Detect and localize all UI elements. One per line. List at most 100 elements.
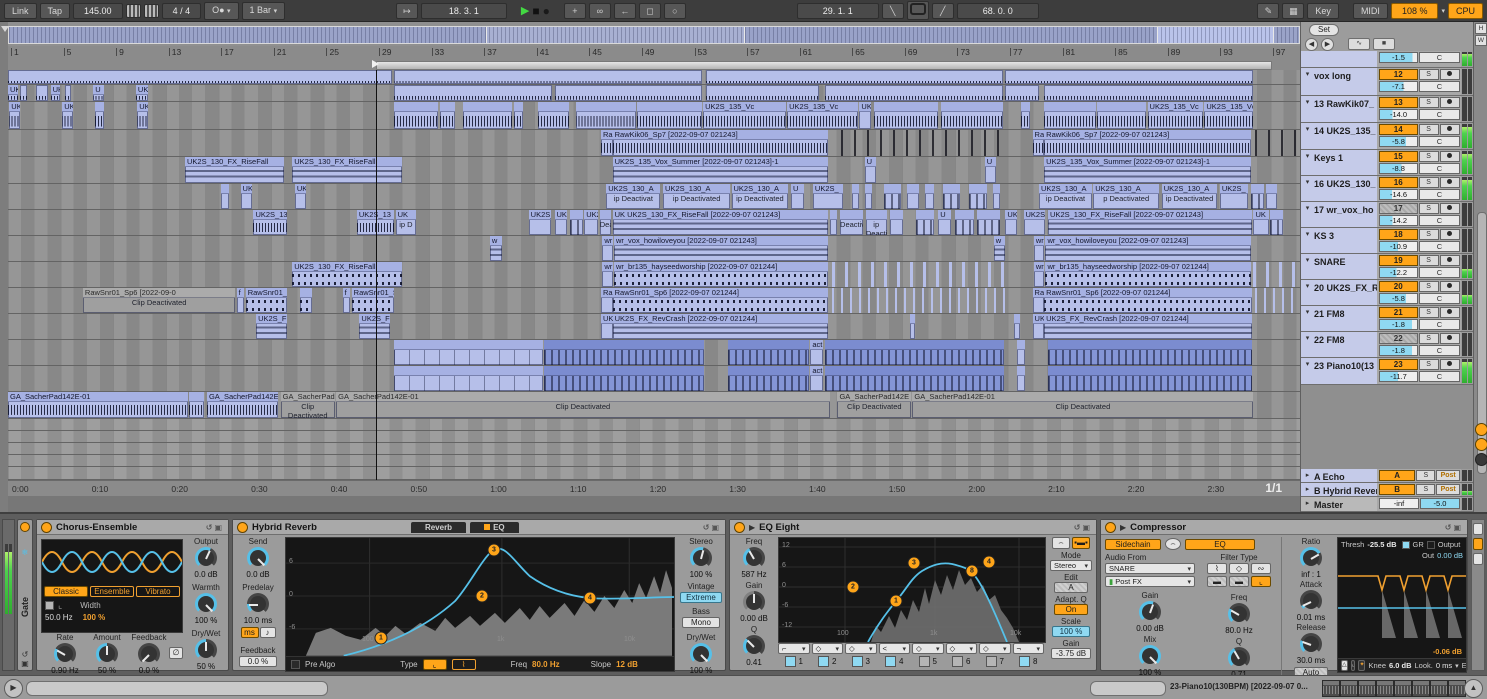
arm-button[interactable] (1440, 69, 1460, 80)
comp-knee-value[interactable]: 6.0 dB (1389, 661, 1412, 670)
hybrid-bass-mono-button[interactable]: Mono (682, 617, 720, 628)
hybrid-eq-marker-3[interactable]: 3 (488, 544, 501, 557)
clip[interactable] (916, 210, 934, 235)
midi-map-button[interactable]: MIDI (1353, 3, 1388, 19)
solo-button[interactable]: S (1419, 177, 1439, 188)
track-name[interactable]: 22 FM8 (1314, 332, 1377, 357)
arrangement-position-field[interactable]: 18. 3. 1 (421, 3, 507, 19)
hybrid-slope-value[interactable]: 12 dB (616, 660, 638, 669)
clip[interactable] (706, 85, 820, 101)
hybrid-eq-display[interactable]: 6 0 -6 100 1k 10k 1 2 3 4 Pre Algo Type … (285, 537, 675, 672)
next-locator-button[interactable]: ▶ (1321, 38, 1334, 51)
track-lane[interactable] (8, 419, 1300, 431)
clip[interactable]: UK2S_13 (253, 210, 287, 235)
eq8-band-type-selector[interactable]: ◇▾ (845, 643, 877, 654)
track-lane[interactable] (8, 70, 1300, 85)
chorus-feedback-invert-button[interactable]: ∅ (169, 647, 183, 659)
compressor-gain-knob[interactable]: Gain0.00 dB (1105, 591, 1195, 633)
chorus-hpf-checkbox[interactable] (45, 601, 54, 610)
clip[interactable] (728, 366, 809, 391)
clip[interactable] (538, 102, 569, 129)
clip[interactable]: UK2S_130_Ap Deactivated (1093, 184, 1159, 209)
clip[interactable] (514, 102, 523, 129)
clip[interactable]: UK2S_130_Aip Deactivat (606, 184, 660, 209)
clip[interactable] (832, 288, 1005, 313)
volume-field[interactable]: -1.8 (1379, 319, 1418, 330)
hybrid-eq-marker-1[interactable]: 1 (375, 632, 388, 645)
clip[interactable]: ip Deactivat (866, 210, 887, 235)
chorus-mode-classic[interactable]: Classic (44, 586, 88, 597)
clip[interactable]: UK2S_135_Vc (787, 102, 858, 129)
clip[interactable]: UK (8, 85, 18, 101)
eq8-band-toggle[interactable]: 3 (845, 656, 877, 667)
hybrid-predelay-knob[interactable]: Predelay10.0 ms (235, 583, 281, 625)
arrangement-overview[interactable] (8, 26, 1300, 44)
hybrid-sync-button[interactable]: ♪ (260, 627, 276, 638)
clip[interactable] (1048, 340, 1252, 365)
track-lane[interactable]: GA_SacherPad142E-01GA_SacherPad142E-01GA… (8, 392, 1300, 419)
device-chain-thumbnail[interactable] (1430, 680, 1448, 697)
clip[interactable] (874, 102, 939, 129)
clip[interactable] (1017, 366, 1025, 391)
volume-field[interactable]: -12.2 (1379, 267, 1418, 278)
record-button[interactable]: ● (543, 4, 550, 18)
eq8-marker-2[interactable]: 2 (847, 581, 860, 594)
clip[interactable] (1044, 102, 1096, 129)
eq8-band-type-selector[interactable]: ◇▾ (912, 643, 944, 654)
clip[interactable] (1048, 366, 1252, 391)
clip[interactable]: UK2S_130_FX_RiseFall (185, 157, 284, 183)
chorus-mode-vibrato[interactable]: Vibrato (136, 586, 180, 597)
clip[interactable] (910, 314, 915, 339)
crossfader-c-button[interactable] (1473, 553, 1483, 565)
track-fold-icon[interactable]: ▾ (1301, 228, 1314, 253)
hybrid-send-knob[interactable]: Send0.0 dB (235, 537, 281, 579)
arm-button[interactable] (1440, 97, 1460, 108)
track-lane[interactable] (8, 443, 1300, 455)
track-name[interactable]: 13 RawKik07_ (1314, 96, 1377, 122)
clip[interactable] (20, 85, 28, 101)
tap-tempo-button[interactable]: Tap (40, 3, 71, 19)
volume-field[interactable]: -14.0 (1379, 109, 1418, 120)
hybrid-freq-value[interactable]: 80.0 Hz (532, 660, 560, 669)
pan-field[interactable]: C (1419, 319, 1460, 330)
eq8-marker-8[interactable]: 8 (966, 565, 979, 578)
clip[interactable] (969, 184, 987, 209)
arm-button[interactable] (1440, 151, 1460, 162)
track-activator-button[interactable]: 15 (1379, 151, 1418, 162)
track-name[interactable]: 23 Piano10(13 (1314, 358, 1377, 384)
compressor-fold-icon[interactable]: ▶ (1120, 523, 1126, 532)
clip[interactable] (830, 210, 838, 235)
device-chain-thumbnail[interactable] (1322, 680, 1340, 697)
clip[interactable]: UK (295, 184, 307, 209)
clip[interactable] (570, 210, 583, 235)
clip[interactable] (1266, 184, 1276, 209)
track-lane[interactable] (8, 455, 1300, 467)
comp-output-checkbox[interactable] (1427, 541, 1435, 549)
master-icon[interactable] (1475, 453, 1487, 466)
clip[interactable] (394, 366, 543, 391)
filter-bell-button[interactable]: ◇ (1229, 563, 1249, 574)
clip[interactable] (463, 102, 512, 129)
crossfader-a-button[interactable] (1473, 523, 1483, 535)
clip[interactable]: UK2 (584, 210, 598, 235)
track-name[interactable]: vox long (1314, 68, 1377, 95)
return-a-icon[interactable] (1475, 423, 1487, 436)
eq8-audition-button[interactable]: ⌢ (1052, 537, 1070, 549)
clip[interactable] (825, 340, 1005, 365)
pan-field[interactable]: C (1419, 293, 1460, 304)
prev-locator-button[interactable]: ◀ (1305, 38, 1318, 51)
return-track-header[interactable]: ▸A EchoASPost (1301, 469, 1473, 483)
track-activator-button[interactable]: 14 (1379, 124, 1418, 135)
nudge-up-button[interactable] (144, 4, 159, 18)
clip[interactable]: UK2S_135_Vc (1148, 102, 1204, 129)
clip[interactable]: UK2S_135_Vc (703, 102, 786, 129)
clip[interactable] (1255, 130, 1299, 156)
clip[interactable]: RawKik06_Sp7 [2022-09-07 021243] (613, 130, 829, 156)
track-name[interactable]: 16 UK2S_130_ (1314, 176, 1377, 201)
clip[interactable] (841, 130, 999, 156)
hybrid-reverb-tab-reverb[interactable]: Reverb (411, 522, 466, 533)
clip[interactable]: UK2S_130_F (529, 210, 551, 235)
track-lane[interactable]: act (8, 340, 1300, 366)
clip[interactable]: RawSnr01_Sp6 [2022-09-07 021244] (1044, 288, 1252, 313)
filter-split-button[interactable]: ⌇ (1207, 563, 1227, 574)
